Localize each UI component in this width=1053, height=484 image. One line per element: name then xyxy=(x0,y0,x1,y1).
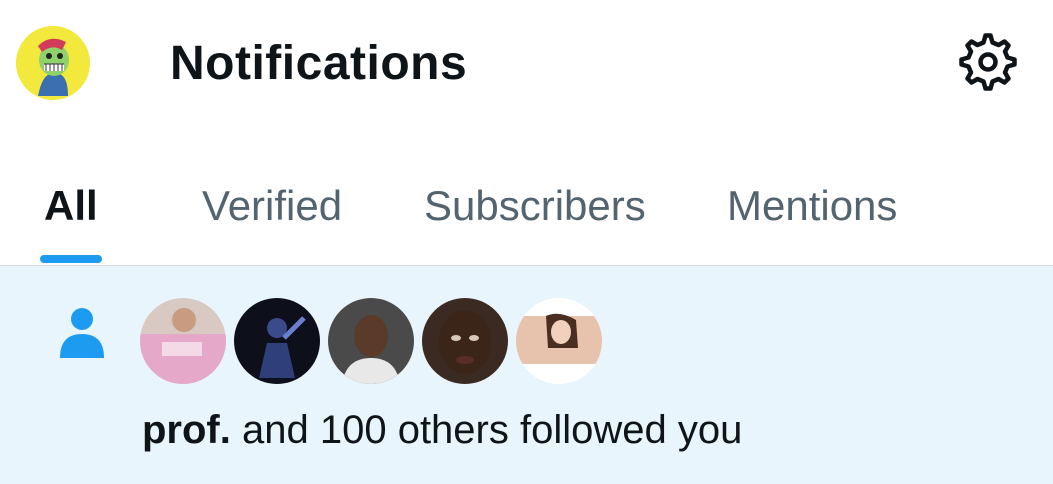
top-bar: Notifications xyxy=(0,0,1053,130)
follower-avatar-5[interactable] xyxy=(516,298,602,384)
tab-all[interactable]: All xyxy=(44,182,98,230)
follower-avatar-4[interactable] xyxy=(422,298,508,384)
notification-text: prof. and 100 others followed you xyxy=(142,408,742,453)
notification-message: and 100 others followed you xyxy=(230,408,743,452)
page-title: Notifications xyxy=(170,37,468,90)
follower-avatar-1[interactable] xyxy=(140,298,226,384)
tab-verified[interactable]: Verified xyxy=(202,182,342,230)
profile-avatar[interactable] xyxy=(16,26,90,100)
tab-mentions[interactable]: Mentions xyxy=(727,182,897,230)
avatar-art xyxy=(16,26,90,100)
follower-avatar-2[interactable] xyxy=(234,298,320,384)
tab-subscribers[interactable]: Subscribers xyxy=(424,182,646,230)
notification-tabs: All Verified Subscribers Mentions xyxy=(0,150,1053,266)
person-icon xyxy=(60,308,104,358)
active-tab-indicator xyxy=(40,255,102,263)
follow-notification[interactable]: prof. and 100 others followed you xyxy=(0,266,1053,484)
follower-name[interactable]: prof. xyxy=(142,408,231,452)
follower-avatar-3[interactable] xyxy=(328,298,414,384)
gear-icon[interactable] xyxy=(958,32,1018,92)
